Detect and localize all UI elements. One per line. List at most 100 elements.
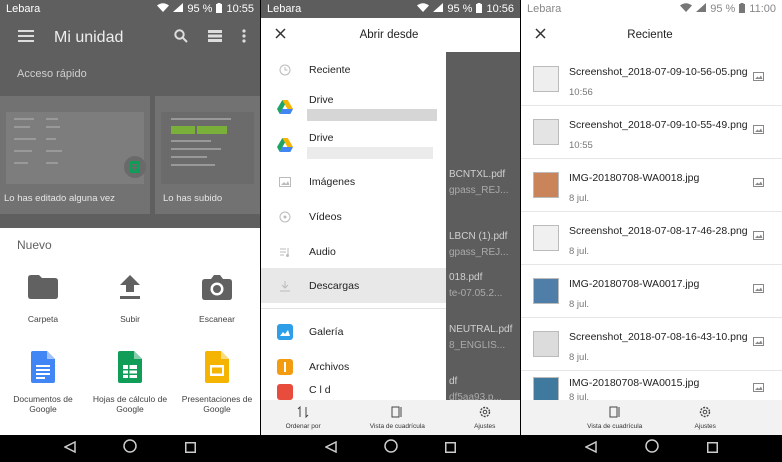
settings-button[interactable]: Ajustes [474,406,495,430]
new-folder-button[interactable]: Carpeta [0,270,86,324]
carrier-label: Lebara [267,3,302,15]
grid-view-button[interactable]: Vista de cuadrícula [370,406,425,430]
wifi-icon [680,3,693,15]
image-type-icon [753,68,764,86]
list-view-icon[interactable] [208,29,222,47]
grid-view-label: Vista de cuadrícula [587,422,643,430]
home-icon[interactable] [645,439,659,458]
quick-access-card[interactable]: Lo has subido [155,96,260,214]
menu-item-drive[interactable]: Drive [261,88,446,123]
clock-label: 10:56 [486,3,514,15]
menu-item-videos[interactable]: Vídeos [261,199,446,234]
redacted-account [307,147,433,159]
close-icon[interactable] [535,26,546,44]
action-label: Presentaciones de Google [181,394,253,414]
list-item[interactable]: IMG-20180708-WA0017.jpg 8 jul. [521,266,782,318]
behind-file-name: gpass_REJ... [449,185,509,196]
behind-file-name: BCNTXL.pdf [449,169,506,180]
folder-icon [28,275,58,301]
menu-item-label: C l d [309,384,331,396]
behind-file-name: te-07.05.2... [449,288,503,299]
battery-label: 95 % [447,3,473,15]
file-date: 8 jul. [569,299,590,310]
sort-label: Ordenar por [285,422,321,430]
card-caption: Lo has editado alguna vez [4,193,115,204]
picker-header: Reciente [521,18,782,52]
file-thumbnail [533,331,559,357]
menu-item-drive[interactable]: Drive [261,126,446,161]
file-thumbnail [533,278,559,304]
battery-label: 95 % [187,3,213,15]
redacted-account [307,109,437,121]
more-options-icon[interactable] [242,28,246,48]
files-icon [261,358,309,375]
file-date: 8 jul. [569,246,590,257]
back-icon[interactable] [323,440,337,458]
divider [261,308,446,309]
menu-item-partial[interactable]: C l d [261,384,446,400]
list-item[interactable]: Screenshot_2018-07-08-16-43-10.png 8 jul… [521,319,782,371]
menu-item-label: Drive [309,132,334,144]
action-label: Carpeta [27,314,59,324]
picker-header: Abrir desde [261,18,520,52]
google-slides-button[interactable]: Presentaciones de Google [174,350,260,414]
upload-icon [120,275,140,301]
recents-icon[interactable] [185,440,197,458]
menu-item-audio[interactable]: Audio [261,234,446,269]
close-icon[interactable] [275,26,286,44]
file-thumbnail [533,225,559,251]
file-thumbnail [161,112,254,184]
recents-icon[interactable] [707,440,718,458]
menu-item-images[interactable]: Imágenes [261,164,446,199]
home-icon[interactable] [384,439,398,458]
file-name: Screenshot_2018-07-09-10-55-49.png [569,119,748,131]
scan-button[interactable]: Escanear [174,270,260,324]
list-item[interactable]: Screenshot_2018-07-09-10-55-49.png 10:55 [521,107,782,159]
sort-icon [297,405,309,420]
behind-file-name: NEUTRAL.pdf [449,324,513,335]
list-item[interactable]: Screenshot_2018-07-09-10-56-05.png 10:56 [521,54,782,106]
gear-icon [699,406,711,420]
upload-button[interactable]: Subir [87,270,173,324]
signal-icon [433,3,444,15]
action-label: Hojas de cálculo de Google [92,394,168,414]
file-date: 8 jul. [569,193,590,204]
system-nav-bar [0,435,260,462]
quick-access-card[interactable]: Lo has editado alguna vez [0,96,150,214]
grid-view-button[interactable]: Vista de cuadrícula [587,406,642,430]
dimmed-file-list: BCNTXL.pdf gpass_REJ... LBCN (1).pdf gpa… [446,52,520,403]
recents-icon[interactable] [445,440,457,458]
home-icon[interactable] [123,439,138,458]
menu-item-downloads[interactable]: Descargas [261,268,446,303]
file-name: IMG-20180708-WA0018.jpg [569,172,700,184]
quick-access-label: Acceso rápido [17,68,87,80]
app-icon [261,384,309,400]
sort-button[interactable]: Ordenar por [285,405,321,430]
wifi-icon [157,3,170,15]
search-icon[interactable] [174,28,188,48]
clock-icon [261,64,309,76]
menu-item-files[interactable]: Archivos [261,349,446,384]
drive-panel: Lebara 95 % 10:55 Mi unidad Acceso rápid… [0,0,260,462]
google-sheets-button[interactable]: Hojas de cálculo de Google [87,350,173,414]
file-date: 10:55 [569,140,593,151]
back-icon[interactable] [584,440,597,458]
open-from-panel: Lebara 95 % 10:56 Abrir desde BCNTXL.pdf… [261,0,520,462]
drive-app-bar: Mi unidad [0,18,260,58]
open-from-menu: Reciente Drive Drive Imágenes Vídeos Aud… [261,52,446,400]
hamburger-menu-icon[interactable] [18,29,34,47]
action-label: Documentos de Google [13,394,73,414]
video-icon [261,211,309,223]
image-type-icon [753,333,764,351]
list-item[interactable]: Screenshot_2018-07-08-17-46-28.png 8 jul… [521,213,782,265]
back-icon[interactable] [63,440,76,458]
menu-item-gallery[interactable]: Galería [261,314,446,349]
menu-item-recent[interactable]: Reciente [261,52,446,87]
menu-item-label: Reciente [309,63,351,76]
menu-item-label: Drive [309,94,334,106]
clock-label: 10:55 [226,3,254,15]
list-item[interactable]: IMG-20180708-WA0018.jpg 8 jul. [521,160,782,212]
menu-item-label: Imágenes [309,175,356,188]
google-docs-button[interactable]: Documentos de Google [0,350,86,414]
settings-button[interactable]: Ajustes [695,406,716,430]
